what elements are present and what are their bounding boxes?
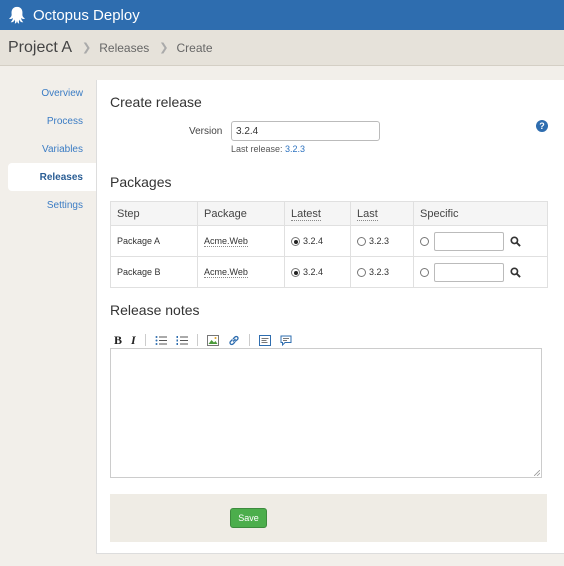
sidebar-item-settings[interactable]: Settings — [0, 191, 96, 219]
numbered-list-icon — [176, 335, 188, 345]
chevron-right-icon: ❯ — [82, 42, 92, 54]
last-radio[interactable] — [357, 268, 366, 278]
cell-package: Acme.Web — [197, 225, 285, 257]
latest-radio[interactable] — [291, 237, 300, 247]
link-icon — [229, 335, 239, 345]
package-name: Acme.Web — [204, 236, 248, 247]
column-header-latest: Latest — [284, 201, 351, 226]
sidebar-item-releases[interactable]: Releases — [8, 163, 96, 191]
latest-radio[interactable] — [291, 268, 300, 278]
top-bar: Octopus Deploy — [0, 0, 564, 30]
numbered-list-button[interactable] — [176, 335, 188, 346]
cell-step: Package A — [110, 225, 198, 257]
cell-last: 3.2.3 — [350, 256, 414, 288]
package-name: Acme.Web — [204, 267, 248, 278]
packages-table: Step Package Latest Last Specific Packag… — [110, 201, 548, 288]
version-input[interactable] — [231, 121, 380, 141]
cell-latest: 3.2.4 — [284, 225, 351, 257]
resize-handle-icon[interactable] — [534, 470, 540, 476]
cell-latest: 3.2.4 — [284, 256, 351, 288]
cell-step: Package B — [110, 256, 198, 288]
toolbar-divider — [144, 334, 146, 346]
latest-version: 3.2.4 — [303, 266, 324, 277]
breadcrumb-project[interactable]: Project A — [8, 39, 72, 57]
version-label: Version — [189, 126, 223, 137]
table-row: Package A Acme.Web 3.2.4 3.2.3 — [110, 225, 548, 257]
code-button[interactable] — [258, 334, 271, 346]
last-version: 3.2.3 — [369, 266, 390, 277]
table-header-row: Step Package Latest Last Specific — [110, 201, 548, 226]
cell-specific — [413, 256, 548, 288]
bullet-list-button[interactable] — [155, 335, 167, 346]
cell-specific — [413, 225, 548, 257]
last-release-prefix: Last release: — [231, 144, 283, 154]
last-radio[interactable] — [357, 237, 366, 247]
italic-button[interactable]: I — [131, 333, 136, 348]
toolbar-divider — [196, 334, 198, 346]
last-release-text: Last release: 3.2.3 — [231, 144, 305, 154]
breadcrumb: Project A ❯ Releases ❯ Create — [0, 30, 564, 66]
code-icon — [258, 334, 271, 346]
help-icon[interactable]: ? — [536, 120, 548, 132]
quote-button[interactable] — [280, 335, 292, 346]
sidebar-item-variables[interactable]: Variables — [0, 135, 96, 163]
column-header-last: Last — [350, 201, 414, 226]
last-release-link[interactable]: 3.2.3 — [285, 144, 305, 154]
octopus-logo-icon[interactable] — [8, 6, 26, 24]
bold-button[interactable]: B — [114, 333, 122, 348]
bullet-list-icon — [155, 335, 167, 345]
insert-link-button[interactable] — [228, 335, 240, 346]
breadcrumb-create: Create — [176, 40, 213, 55]
save-button[interactable]: Save — [230, 508, 267, 528]
create-release-title: Create release — [110, 94, 202, 110]
search-icon[interactable] — [509, 266, 521, 278]
column-header-specific: Specific — [413, 201, 548, 226]
image-icon — [206, 334, 219, 346]
sidebar-item-process[interactable]: Process — [0, 107, 96, 135]
last-version: 3.2.3 — [369, 235, 390, 246]
insert-image-button[interactable] — [206, 334, 219, 346]
release-notes-title: Release notes — [110, 302, 200, 318]
packages-title: Packages — [110, 174, 172, 190]
table-row: Package B Acme.Web 3.2.4 3.2.3 — [110, 256, 548, 288]
quote-icon — [280, 335, 292, 346]
editor-toolbar: B I — [114, 332, 301, 348]
chevron-right-icon: ❯ — [159, 42, 169, 54]
column-header-step: Step — [110, 201, 198, 226]
specific-version-input[interactable] — [434, 262, 504, 282]
release-notes-textarea[interactable] — [110, 348, 542, 478]
latest-version: 3.2.4 — [303, 235, 324, 246]
cell-package: Acme.Web — [197, 256, 285, 288]
specific-radio[interactable] — [420, 267, 429, 277]
breadcrumb-releases[interactable]: Releases — [99, 41, 149, 55]
form-actions: Save — [110, 494, 547, 542]
search-icon[interactable] — [509, 235, 521, 247]
app-title: Octopus Deploy — [33, 6, 140, 24]
toolbar-divider — [248, 334, 250, 346]
main-panel: Create release Version Last release: 3.2… — [96, 80, 564, 554]
specific-radio[interactable] — [420, 236, 429, 246]
cell-last: 3.2.3 — [350, 225, 414, 257]
specific-version-input[interactable] — [434, 231, 504, 251]
column-header-latest-label: Latest — [291, 207, 321, 221]
sidebar-item-overview[interactable]: Overview — [0, 79, 96, 107]
column-header-last-label: Last — [357, 207, 378, 221]
sidebar: Overview Process Variables Releases Sett… — [0, 66, 96, 219]
column-header-package: Package — [197, 201, 285, 226]
